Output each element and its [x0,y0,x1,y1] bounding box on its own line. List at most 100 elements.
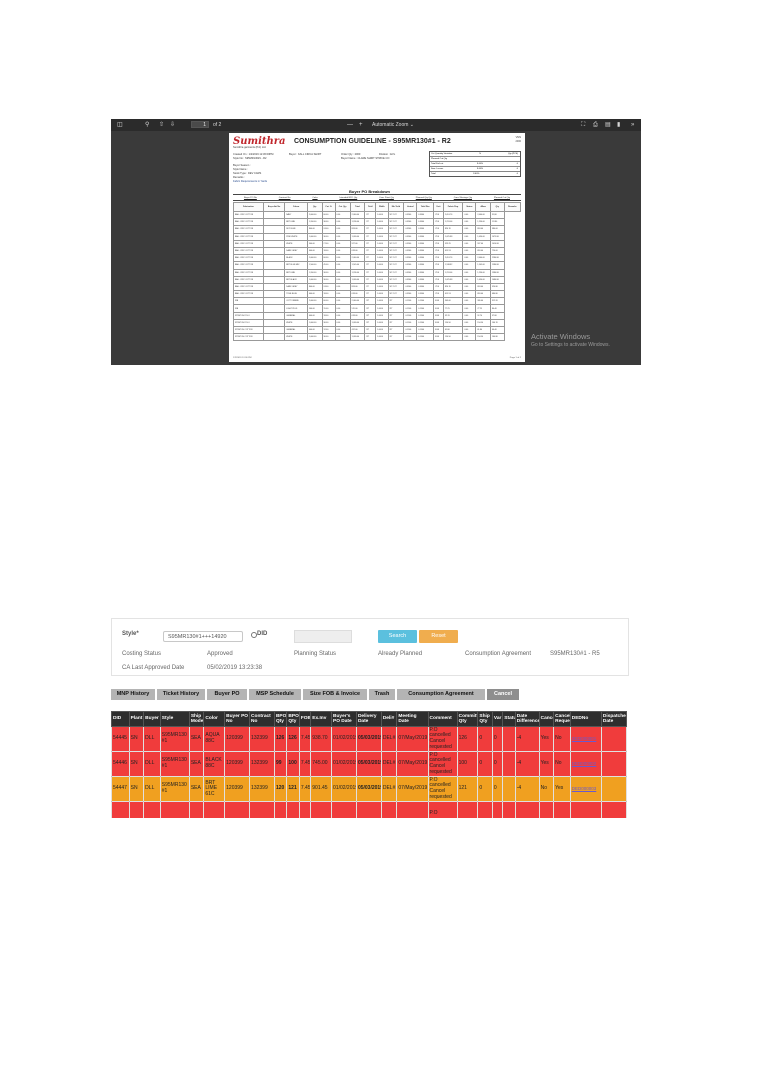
search-icon[interactable]: ⚲ [145,121,149,129]
column-header[interactable]: Color [203,711,226,727]
table-cell: 0.9960 [416,268,435,277]
did-input[interactable] [294,630,352,643]
table-cell: 0.9960 [403,239,418,248]
table-row[interactable]: 54447 SN DLL S95MR130 #1 SEA BRT LIME 61C 1203… [111,776,628,802]
tab-msp-schedule[interactable]: MSP Schedule [249,689,301,700]
table-row: BALL CIRC COTTON BLACK 2,000.00 60.00 0.00 2,… [233,254,521,263]
table-cell [600,726,628,752]
table-row[interactable]: 54445 SN DLL S95MR130 #1 SEA AQUA 88C 120399 13… [111,726,628,752]
table-cell: 28" [387,325,405,335]
table-cell: Yes [538,726,555,752]
column-header[interactable]: Meeting Date [396,711,429,727]
column-header[interactable]: Plant [128,711,145,727]
column-header[interactable]: DEDNo [569,711,602,727]
table-cell: 01/02/2019 [331,751,357,777]
table-cell: 1,231.06 [442,218,464,227]
column-header[interactable]: Buyer PO No [224,711,251,727]
table-cell: 0.00 [334,225,351,234]
tab-consumption-agreement[interactable]: Consumption Agreement [397,689,485,700]
column-header[interactable]: Contract No [249,711,275,727]
ded-link[interactable]: DED000001 [572,736,597,741]
zoom-in-button[interactable]: + [359,121,363,129]
table-cell: DED000001 [569,726,602,752]
strip-label: Planned Qty Qty [415,196,432,199]
table-cell: 1,025.88 [442,275,464,284]
tab-cancel[interactable]: Cancel [487,689,519,700]
tab-size-fob-invoice[interactable]: Size FOB & Invoice [303,689,367,700]
tab-ticket-history[interactable]: Ticket History [157,689,205,700]
tab-mnp-history[interactable]: MNP History [111,689,155,700]
tab-trash[interactable]: Trash [369,689,395,700]
zoom-out-button[interactable]: — [347,121,353,129]
table-cell: 61.80 [475,325,491,335]
style-input[interactable] [163,631,243,642]
table-cell: 01/02/2019 [331,776,357,802]
bookmark-icon[interactable]: ▮ [617,121,620,129]
tab-bar: MNP History Ticket History Buyer PO MSP … [111,689,521,700]
column-header[interactable]: Deli# [380,711,398,727]
column-header[interactable]: Delivery Date [355,711,382,727]
table-cell: 615.53 [442,290,464,299]
table-cell: DED000002 [569,751,602,777]
reset-button[interactable]: Reset [419,630,458,643]
save-icon[interactable]: ▤ [605,121,611,129]
column-header[interactable]: BPO Qty [286,711,300,727]
table-cell: 45.00 [321,261,336,270]
search-button[interactable]: Search [378,630,417,643]
column-header[interactable]: Ship Mode [188,711,205,727]
table-cell: 99 [273,751,288,777]
table-cell: 97.80 [489,311,505,320]
column-header[interactable]: Buyer [143,711,161,727]
column-header[interactable]: Buyer's PO Date [331,711,357,727]
table-cell: 0.00 [462,268,477,277]
column-header[interactable]: FOB [298,711,312,727]
table-row[interactable]: 54446 SN DLL S95MR130 #1 SEA BLACK 88C 120399 1… [111,751,628,777]
table-cell: 0.00 [462,304,477,313]
ded-link[interactable]: DED000003 [572,786,597,791]
table-cell: KGS [433,318,444,328]
table-cell: 1.0000 [375,210,389,220]
ded-link[interactable]: DED000002 [572,761,597,766]
column-header[interactable]: DID [111,711,130,727]
arrow-up-icon[interactable]: ⇧ [159,121,164,129]
table-cell: 80.40 [489,304,505,313]
column-header[interactable]: Cancel Request [553,711,571,727]
table-cell: 121 [456,776,479,802]
print-icon[interactable]: ⎙ [593,121,598,129]
pdf-page: Sumithra Sumithra garments (Pvt) Ltd. CO… [229,133,525,362]
table-cell: 07/May/2019 [396,726,429,752]
table-cell: 0.9960 [416,275,435,284]
sidebar-toggle-icon[interactable]: ◫ [117,121,123,129]
column-header[interactable]: Date Difference [514,711,540,727]
more-icon[interactable]: » [631,121,634,129]
column-header[interactable]: Cancel [538,711,555,727]
column-header[interactable]: Ship Qty [477,711,493,727]
table-cell: 0.00 [462,246,477,256]
zoom-select[interactable]: Automatic Zoom ⌄ [372,121,414,129]
table-cell: 0.00 [462,275,477,284]
column-header[interactable]: Status [502,711,516,727]
table-cell [262,275,286,284]
column-header[interactable]: Var [491,711,504,727]
table-cell: 0.1500 [403,325,418,335]
column-header[interactable]: BPO Qty [273,711,288,727]
tab-buyer-po[interactable]: Buyer PO [207,689,247,700]
table-cell [262,239,286,248]
table-row: BALL CIRC COTTON WHITE 900.00 27.00 0.00 927.… [233,239,521,248]
table-row[interactable]: P.O [111,801,628,818]
table-cell: 1,025.88 [442,232,464,241]
fullscreen-icon[interactable]: ⛶ [581,121,585,129]
column-header[interactable]: Dispatched Date [600,711,628,727]
page-number-input[interactable]: 1 [191,121,209,128]
table-cell: NAVY [284,210,308,220]
column-header[interactable]: Committed Qty [456,711,479,727]
buyer-po-breakdown-strip: Buyer PO No Contract No Color Intended B… [233,194,521,201]
table-cell: 1.0000 [375,311,389,320]
table-cell: 0.00 [334,268,351,277]
column-header[interactable]: Comment [427,711,458,727]
table-cell [262,254,286,263]
column-header[interactable]: Ex.Inv [310,711,333,727]
column-header[interactable]: Style [159,711,190,727]
column-header: Qty [489,202,505,212]
arrow-down-icon[interactable]: ⇩ [170,121,175,129]
